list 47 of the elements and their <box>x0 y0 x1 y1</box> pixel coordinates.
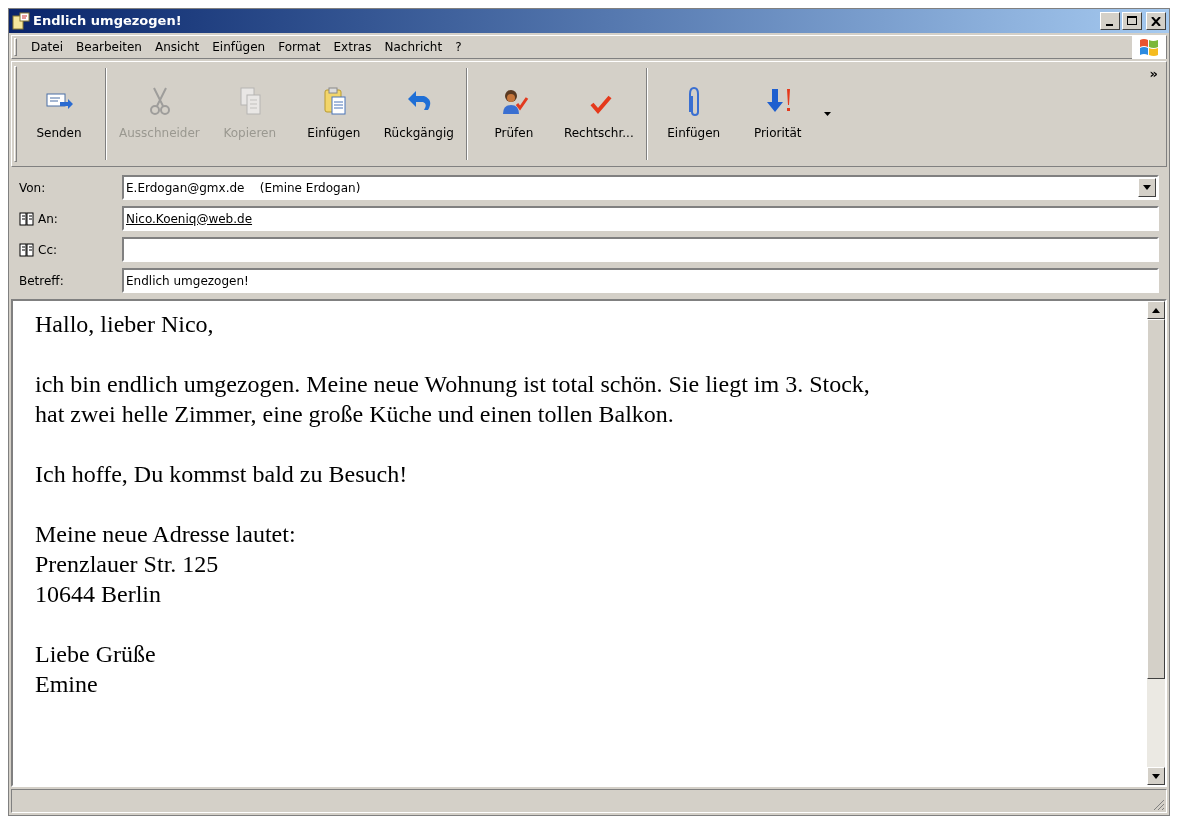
scroll-thumb[interactable] <box>1147 319 1165 679</box>
input-field[interactable]: Endlich umgezogen! <box>122 268 1159 293</box>
maximize-button[interactable] <box>1122 12 1142 30</box>
menu-item[interactable]: Format <box>272 38 327 56</box>
menu-item[interactable]: ? <box>449 38 468 56</box>
toolbar-button[interactable]: Einfügen <box>291 62 376 166</box>
toolbar-button[interactable]: Senden <box>17 62 101 166</box>
close-button[interactable] <box>1146 12 1166 30</box>
address-book-icon[interactable] <box>19 242 35 257</box>
resize-grip-icon[interactable] <box>1153 799 1165 811</box>
body-text-line: Hallo, lieber Nico, <box>35 310 215 339</box>
menu-item[interactable]: Nachricht <box>378 38 449 56</box>
toolbar-button[interactable]: Prüfen <box>471 62 556 166</box>
scroll-down-icon[interactable] <box>1147 767 1165 785</box>
menu-item[interactable]: Extras <box>327 38 378 56</box>
body-text-line: Emine <box>35 670 99 699</box>
menu-item[interactable]: Einfügen <box>206 38 272 56</box>
input-field[interactable] <box>122 237 1159 262</box>
body-text-line: Ich hoffe, Du kommst bald zu Besuch! <box>35 460 409 489</box>
input-field[interactable]: Nico.Koeniq@web.de <box>122 206 1159 231</box>
menu-item[interactable]: Datei <box>25 38 69 56</box>
body-text-line: ich bin endlich umgezogen. Meine neue Wohnung ist total schön. Sie liegt im 3. Stock, <box>35 370 871 399</box>
scrollbar[interactable] <box>1147 301 1165 785</box>
address-book-icon[interactable] <box>19 211 35 226</box>
menu-item[interactable]: Ansicht <box>148 38 206 56</box>
mail-icon <box>12 12 30 30</box>
window-title: Endlich umgezogen! <box>33 12 182 31</box>
field-label: An: <box>38 210 58 228</box>
toolbar-button[interactable]: Rückgängig <box>375 62 462 166</box>
minimize-button[interactable] <box>1100 12 1120 30</box>
toolbar-button[interactable]: Priorität <box>735 62 820 166</box>
body-text-line: 10644 Berlin <box>35 580 162 609</box>
body-text-line: Prenzlauer Str. 125 <box>35 550 220 579</box>
field-label: Betreff: <box>19 272 64 290</box>
toolbar-button[interactable]: Rechtschr... <box>555 62 642 166</box>
body-text-line: hat zwei helle Zimmer, eine große Küche und einen tollen Balkon. <box>35 400 675 429</box>
menu-item[interactable]: Bearbeiten <box>70 38 148 56</box>
paperclip-icon <box>687 86 700 116</box>
field-label: Cc: <box>38 241 58 259</box>
close-icon <box>1151 16 1161 26</box>
scroll-up-icon[interactable] <box>1147 301 1165 319</box>
body-text-line: Meine neue Adresse lautet: <box>35 520 297 549</box>
sender-dropdown[interactable]: E.Erdogan@gmx.de (Emine Erdogan) <box>122 175 1159 200</box>
toolbar-button[interactable]: Einfügen <box>651 62 736 166</box>
body-text-line: Liebe Grüße <box>35 640 157 669</box>
field-label: Von: <box>19 179 46 197</box>
overflow-chevron[interactable]: » <box>1149 64 1158 84</box>
